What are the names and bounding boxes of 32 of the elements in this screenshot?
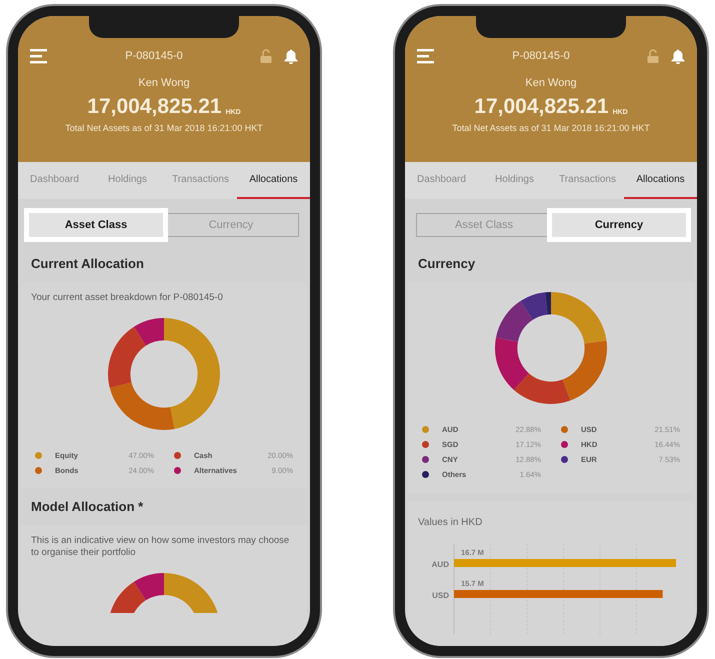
notification-bell-icon[interactable]: [671, 48, 685, 64]
menu-icon[interactable]: [417, 48, 435, 64]
section-title: Currency: [418, 255, 476, 273]
nav-tab[interactable]: Transactions: [164, 162, 237, 199]
client-name: Ken Wong: [525, 76, 577, 90]
bar-category-label: AUD: [432, 560, 449, 568]
menu-icon[interactable]: [30, 48, 48, 64]
nav-tab[interactable]: Allocations: [237, 162, 310, 199]
notification-bell-icon[interactable]: [284, 48, 298, 64]
nav-tab[interactable]: Dashboard: [18, 162, 91, 199]
bar-category-label: USD: [432, 590, 449, 600]
total-amount: 17,004,825.21: [474, 96, 609, 117]
card-description: Your current asset breakdown for P-080145-0: [31, 292, 224, 304]
nav-tab[interactable]: Dashboard: [405, 162, 478, 199]
nav-tab[interactable]: Holdings: [478, 162, 551, 199]
segment-tab[interactable]: Asset Class: [29, 213, 163, 237]
account-number: P-080145-0: [125, 49, 183, 64]
client-name: Ken Wong: [138, 76, 190, 90]
total-assets-caption: Total Net Assets as of 31 Mar 2018 16:21:00 HKT: [452, 122, 650, 135]
nav-tab[interactable]: Holdings: [91, 162, 164, 199]
total-amount: 17,004,825.21: [87, 96, 222, 117]
account-number: P-080145-0: [512, 49, 570, 64]
chart-subtitle: Values in HKD: [418, 516, 482, 530]
nav-tab[interactable]: Transactions: [551, 162, 624, 199]
padlock-icon[interactable]: [647, 49, 659, 64]
total-assets-caption: Total Net Assets as of 31 Mar 2018 16:21:00 HKT: [65, 122, 263, 135]
padlock-icon[interactable]: [260, 49, 272, 64]
segment-tab[interactable]: Currency: [552, 213, 686, 237]
nav-tab[interactable]: Allocations: [624, 162, 697, 199]
section-title: Current Allocation: [31, 255, 144, 273]
card-description: This is an indicative view on how some investors may choose to organise their portfolio: [31, 534, 290, 558]
section-title: Model Allocation *: [31, 498, 144, 516]
